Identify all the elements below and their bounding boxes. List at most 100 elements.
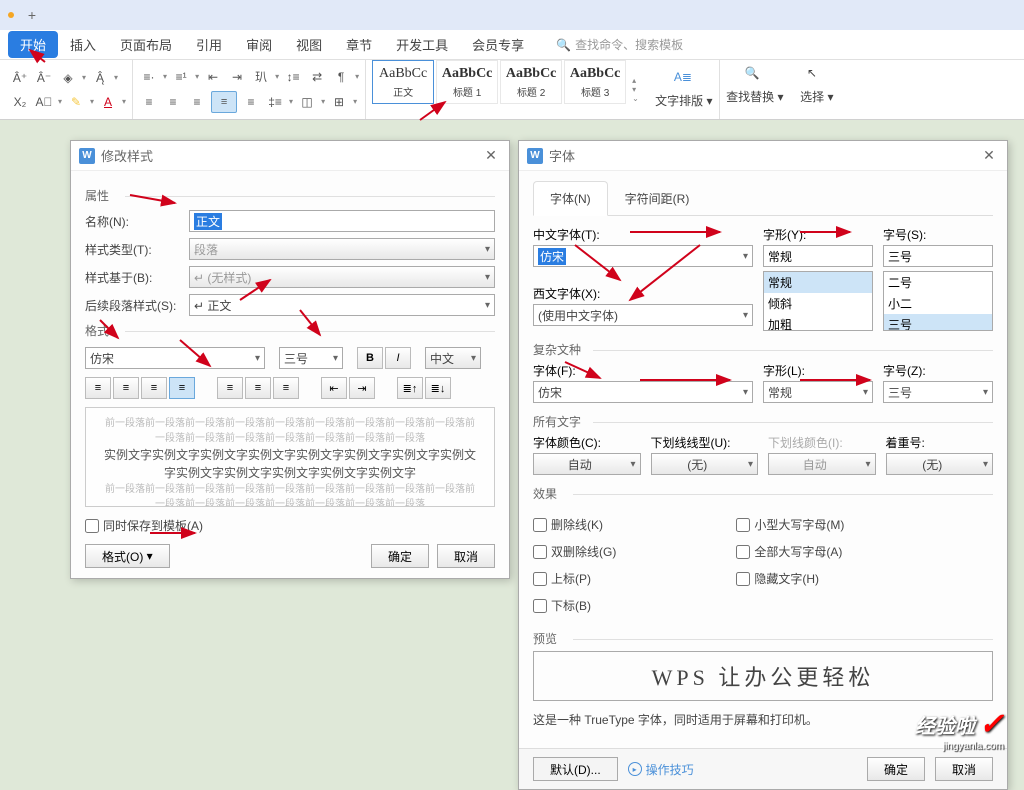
double-strike-checkbox[interactable]: 双删除线(G) (533, 543, 616, 560)
number-list-icon[interactable]: ≡¹ (171, 67, 191, 87)
align-distribute-icon[interactable]: ≡ (241, 92, 261, 112)
emphasis-select[interactable]: (无) (886, 453, 994, 475)
indent-icon[interactable]: ⇥ (227, 67, 247, 87)
style-h2[interactable]: AaBbCc 标题 2 (500, 60, 562, 104)
align-center2[interactable]: ≡ (113, 377, 139, 399)
line-spacing-icon[interactable]: ‡≡ (265, 92, 285, 112)
subscript-checkbox[interactable]: 下标(B) (533, 597, 616, 614)
highlight-icon[interactable]: ✎ (66, 92, 86, 112)
menu-dev[interactable]: 开发工具 (384, 31, 460, 58)
list-item[interactable]: 加粗 (764, 314, 872, 331)
insert-symbol-icon[interactable]: ⇄ (307, 67, 327, 87)
allcaps-checkbox[interactable]: 全部大写字母(A) (736, 543, 844, 560)
list-item[interactable]: 三号 (884, 314, 992, 331)
style-l-select[interactable]: 常规 (763, 381, 873, 403)
align-justify2[interactable]: ≡ (169, 377, 195, 399)
en-font-select[interactable]: (使用中文字体) (533, 304, 753, 326)
outdent-icon[interactable]: ⇤ (203, 67, 223, 87)
hidden-checkbox[interactable]: 隐藏文字(H) (736, 570, 844, 587)
clear-format-icon[interactable]: ◈ (58, 68, 78, 88)
strikethrough-checkbox[interactable]: 删除线(K) (533, 516, 616, 533)
smallcaps-checkbox[interactable]: 小型大写字母(M) (736, 516, 844, 533)
size-z-select[interactable]: 三号 (883, 381, 993, 403)
list-item[interactable]: 常规 (764, 272, 872, 293)
menu-layout[interactable]: 页面布局 (108, 31, 184, 58)
cn-font-select[interactable]: 仿宋 (533, 245, 753, 267)
sort-icon[interactable]: ↕≡ (283, 67, 303, 87)
font-family-select[interactable]: 仿宋 (85, 347, 265, 369)
cancel-button[interactable]: 取消 (935, 757, 993, 781)
decrease-font-icon[interactable]: Â⁻ (34, 68, 54, 88)
align-right2[interactable]: ≡ (141, 377, 167, 399)
tab-spacing[interactable]: 字符间距(R) (608, 181, 707, 215)
size-listbox[interactable]: 二号 小二 三号 (883, 271, 993, 331)
menu-review[interactable]: 审阅 (234, 31, 284, 58)
spacing-tight[interactable]: ≡ (217, 377, 243, 399)
style-input[interactable] (763, 245, 873, 267)
font-size-select[interactable]: 三号 (279, 347, 343, 369)
lang-select[interactable]: 中文 (425, 347, 481, 369)
menu-insert[interactable]: 插入 (58, 31, 108, 58)
add-tab-button[interactable]: + (22, 5, 42, 25)
format-button[interactable]: 格式(O) ▾ (85, 544, 170, 568)
bullet-list-icon[interactable]: ≡· (139, 67, 159, 87)
checkbox-input[interactable] (85, 519, 99, 533)
ok-button[interactable]: 确定 (867, 757, 925, 781)
tab-font[interactable]: 字体(N) (533, 181, 608, 216)
based-select[interactable]: ↵ (无样式) (189, 266, 495, 288)
increase-font-icon[interactable]: Â⁺ (10, 68, 30, 88)
list-item[interactable]: 小二 (884, 293, 992, 314)
save-template-checkbox[interactable]: 同时保存到模板(A) (85, 517, 495, 534)
align-left2[interactable]: ≡ (85, 377, 111, 399)
close-icon[interactable]: ✕ (979, 147, 999, 164)
select-button[interactable]: ↖ 选择 ▾ (788, 60, 846, 110)
align-left-icon[interactable]: ≡ (139, 92, 159, 112)
menu-view[interactable]: 视图 (284, 31, 334, 58)
border-icon[interactable]: ⊞ (329, 92, 349, 112)
size-input[interactable] (883, 245, 993, 267)
para-before[interactable]: ≣↑ (397, 377, 423, 399)
align-justify-icon[interactable]: ≡ (211, 91, 237, 113)
command-search[interactable]: 🔍 查找命令、搜索模板 (556, 36, 683, 53)
indent-inc[interactable]: ⇥ (349, 377, 375, 399)
ok-button[interactable]: 确定 (371, 544, 429, 568)
style-up-icon[interactable]: ▴ (632, 76, 639, 85)
font-color-icon[interactable]: A (98, 92, 118, 112)
change-case-icon[interactable]: Ą̂ (90, 68, 110, 88)
font-f-select[interactable]: 仿宋 (533, 381, 753, 403)
style-normal[interactable]: AaBbCc 正文 (372, 60, 434, 104)
type-select[interactable]: 段落 (189, 238, 495, 260)
find-replace-button[interactable]: 🔍 查找替换 ▾ (726, 60, 784, 110)
underline-select[interactable]: (无) (651, 453, 759, 475)
indent-dec[interactable]: ⇤ (321, 377, 347, 399)
menu-start[interactable]: 开始 (8, 31, 58, 58)
spacing-loose[interactable]: ≡ (273, 377, 299, 399)
italic-button[interactable]: I (385, 347, 411, 369)
menu-reference[interactable]: 引用 (184, 31, 234, 58)
cancel-button[interactable]: 取消 (437, 544, 495, 568)
tips-link[interactable]: ▸ 操作技巧 (628, 761, 694, 778)
next-select[interactable]: ↵ 正文 (189, 294, 495, 316)
align-right-icon[interactable]: ≡ (187, 92, 207, 112)
char-border-icon[interactable]: A⃞ (34, 92, 54, 112)
shading-icon[interactable]: ◫ (297, 92, 317, 112)
style-down-icon[interactable]: ▾ (632, 85, 639, 94)
list-item[interactable]: 二号 (884, 272, 992, 293)
style-listbox[interactable]: 常规 倾斜 加粗 (763, 271, 873, 331)
align-center-icon[interactable]: ≡ (163, 92, 183, 112)
show-marks-icon[interactable]: ¶ (331, 67, 351, 87)
default-button[interactable]: 默认(D)... (533, 757, 618, 781)
para-after[interactable]: ≣↓ (425, 377, 451, 399)
spacing-normal[interactable]: ≡ (245, 377, 271, 399)
text-direction-icon[interactable]: 玐 (251, 67, 271, 87)
style-h3[interactable]: AaBbCc 标题 3 (564, 60, 626, 104)
superscript-checkbox[interactable]: 上标(P) (533, 570, 616, 587)
bold-button[interactable]: B (357, 347, 383, 369)
menu-member[interactable]: 会员专享 (460, 31, 536, 58)
close-icon[interactable]: ✕ (481, 147, 501, 164)
menu-chapter[interactable]: 章节 (334, 31, 384, 58)
style-expand-icon[interactable]: ⌄ (632, 94, 639, 103)
style-h1[interactable]: AaBbCc 标题 1 (436, 60, 498, 104)
subscript-icon[interactable]: X₂ (10, 92, 30, 112)
color-select[interactable]: 自动 (533, 453, 641, 475)
